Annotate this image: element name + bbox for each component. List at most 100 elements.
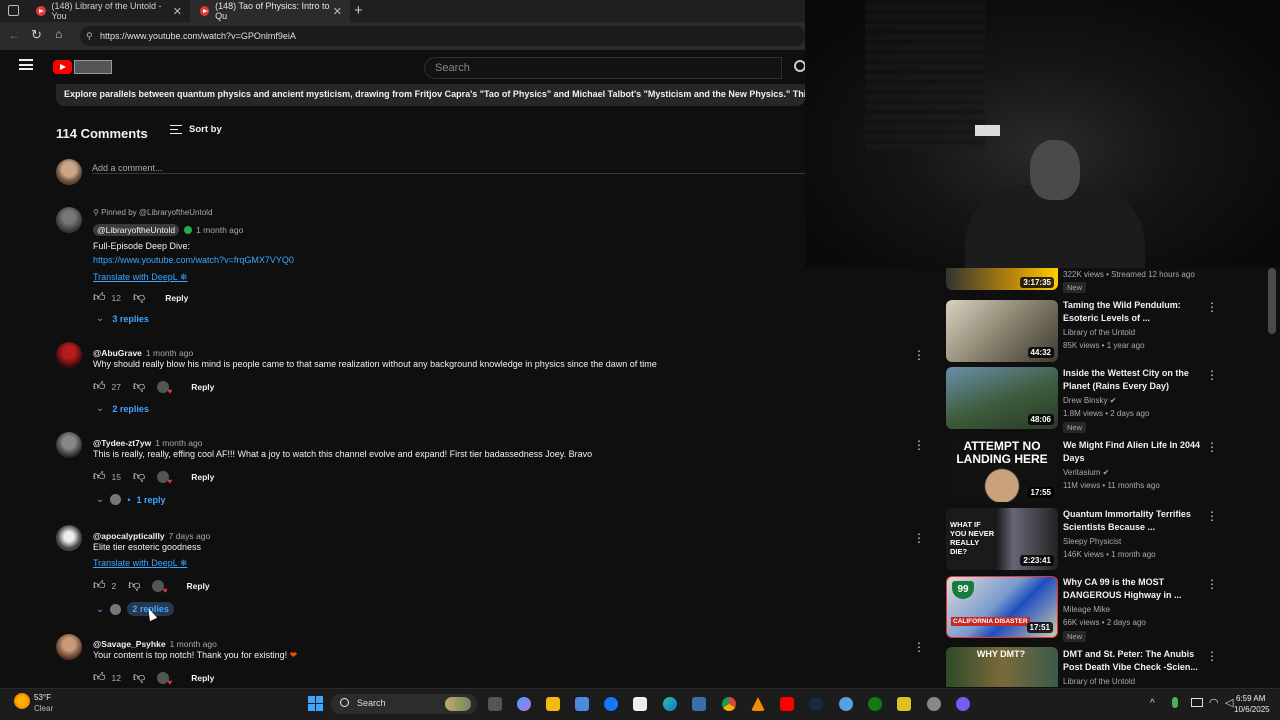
youtube-app-icon[interactable]	[780, 697, 794, 711]
comment-menu-icon[interactable]: ⋮	[913, 438, 925, 452]
file-explorer-icon[interactable]	[546, 697, 560, 711]
comment-time[interactable]: 1 month ago	[196, 225, 243, 235]
sidebar-video-thumbnail[interactable]: 99 CALIFORNIA DISASTER 17:51	[946, 576, 1058, 638]
video-title[interactable]: DMT and St. Peter: The Anubis Post Death…	[1063, 648, 1203, 674]
wifi-icon[interactable]: ◠	[1209, 696, 1219, 709]
like-icon[interactable]: 👍︎	[93, 670, 106, 685]
like-icon[interactable]: 👍︎	[93, 578, 106, 593]
add-comment-input[interactable]: Add a comment...	[92, 158, 805, 174]
snipping-icon[interactable]	[927, 697, 941, 711]
video-menu-icon[interactable]: ⋮	[1206, 577, 1218, 591]
window-menu-icon[interactable]	[8, 5, 19, 16]
comment-time[interactable]: 1 month ago	[146, 348, 193, 358]
back-icon[interactable]: ←	[8, 28, 20, 42]
microphone-icon[interactable]	[1172, 697, 1178, 708]
comment-handle[interactable]: @Savage_Psyhke	[93, 639, 166, 649]
like-icon[interactable]: 👍︎	[93, 379, 106, 394]
video-menu-icon[interactable]: ⋮	[1206, 368, 1218, 382]
tray-chevron-icon[interactable]: ^	[1150, 698, 1155, 709]
volume-icon[interactable]: ◁	[1225, 696, 1233, 709]
browser-tab-2[interactable]: (148) Tao of Physics: Intro to Qu ✕	[190, 0, 350, 22]
video-menu-icon[interactable]: ⋮	[1206, 440, 1218, 454]
comment-handle[interactable]: @apocalypticallly	[93, 531, 165, 541]
channel-logo[interactable]	[74, 60, 112, 74]
comment-avatar[interactable]	[56, 342, 82, 368]
clock-date[interactable]: 10/6/2025	[1234, 705, 1270, 714]
page-scrollbar[interactable]	[1268, 268, 1276, 334]
comment-avatar[interactable]	[56, 525, 82, 551]
sidebar-video-thumbnail[interactable]: WHAT IF YOU NEVER REALLY DIE? 2:23:41	[946, 508, 1058, 570]
video-menu-icon[interactable]: ⋮	[1206, 300, 1218, 314]
store-icon[interactable]	[575, 697, 589, 711]
sort-by-button[interactable]: Sort by	[170, 124, 222, 135]
video-menu-icon[interactable]: ⋮	[1206, 649, 1218, 663]
video-description[interactable]: Explore parallels between quantum physic…	[56, 84, 805, 106]
reload-icon[interactable]: ↻	[31, 27, 42, 43]
notes-icon[interactable]	[897, 697, 911, 711]
dislike-icon[interactable]: 👎︎	[133, 290, 145, 305]
comment-time[interactable]: 1 month ago	[155, 438, 202, 448]
chrome-icon[interactable]	[722, 697, 736, 711]
reply-button[interactable]: Reply	[191, 673, 214, 683]
site-info-icon[interactable]: ⚲	[86, 26, 93, 46]
comment-avatar[interactable]	[56, 432, 82, 458]
view-replies-button[interactable]: ⌄ 3 replies	[96, 313, 149, 324]
comment-time[interactable]: 7 days ago	[169, 531, 211, 541]
home-icon[interactable]: ⌂	[55, 27, 62, 41]
creator-handle-chip[interactable]: @LibraryoftheUntold	[93, 224, 180, 236]
video-channel[interactable]: Mileage Mike	[1063, 605, 1110, 614]
dislike-icon[interactable]: 👎︎	[128, 578, 140, 593]
app-gear-icon[interactable]	[839, 697, 853, 711]
translate-link[interactable]: Translate with DeepL ❄	[93, 272, 187, 283]
video-menu-icon[interactable]: ⋮	[1206, 509, 1218, 523]
view-replies-button[interactable]: ⌄ 2 replies	[96, 602, 174, 616]
steam-icon[interactable]	[809, 697, 823, 711]
like-icon[interactable]: 👍︎	[93, 469, 106, 484]
close-tab-icon[interactable]: ✕	[333, 5, 342, 18]
xbox-icon[interactable]	[868, 697, 882, 711]
taskbar-search[interactable]: Search	[331, 694, 477, 714]
dislike-icon[interactable]: 👎︎	[133, 670, 145, 685]
browser-tab-1[interactable]: (148) Library of the Untold - You ✕	[26, 0, 190, 22]
translate-link[interactable]: Translate with DeepL ❄	[93, 558, 187, 569]
facebook-icon[interactable]	[604, 697, 618, 711]
video-title[interactable]: Why CA 99 is the MOST DANGEROUS Highway …	[1063, 576, 1203, 602]
start-menu-icon[interactable]	[308, 696, 323, 711]
video-channel[interactable]: Sleepy Physicist	[1063, 537, 1121, 546]
video-title[interactable]: We Might Find Alien Life In 2044 Days	[1063, 439, 1203, 465]
sidebar-video-thumbnail[interactable]: WHY DMT?	[946, 647, 1058, 687]
comment-menu-icon[interactable]: ⋮	[913, 640, 925, 654]
dislike-icon[interactable]: 👎︎	[133, 379, 145, 394]
comment-time[interactable]: 1 month ago	[170, 639, 217, 649]
comment-handle[interactable]: @Tydee-zt7yw	[93, 438, 151, 448]
sidebar-video-thumbnail[interactable]: 48:06	[946, 367, 1058, 429]
hamburger-menu-icon[interactable]	[19, 59, 33, 70]
video-channel[interactable]: Veritasium ✔	[1063, 468, 1109, 477]
like-icon[interactable]: 👍︎	[93, 290, 106, 305]
comment-handle[interactable]: @AbuGrave	[93, 348, 142, 358]
comment-menu-icon[interactable]: ⋮	[913, 348, 925, 362]
view-replies-button[interactable]: ⌄ • 1 reply	[96, 494, 166, 505]
reply-button[interactable]: Reply	[186, 581, 209, 591]
display-icon[interactable]	[1191, 698, 1203, 707]
video-channel[interactable]: Drew Binsky ✔	[1063, 396, 1116, 405]
reply-button[interactable]: Reply	[191, 382, 214, 392]
comment-link[interactable]: https://www.youtube.com/watch?v=frqGMX7V…	[93, 255, 294, 265]
edge-icon[interactable]	[663, 697, 677, 711]
video-title[interactable]: Quantum Immortality Terrifies Scientists…	[1063, 508, 1203, 534]
video-title[interactable]: Inside the Wettest City on the Planet (R…	[1063, 367, 1203, 393]
dislike-icon[interactable]: 👎︎	[133, 469, 145, 484]
amazon-icon[interactable]	[633, 697, 647, 711]
reply-button[interactable]: Reply	[191, 472, 214, 482]
weather-icon[interactable]	[14, 693, 30, 709]
sidebar-video-thumbnail[interactable]: 44:32	[946, 300, 1058, 362]
comment-avatar[interactable]	[56, 207, 82, 233]
video-channel[interactable]: Library of the Untold	[1063, 328, 1135, 337]
task-view-icon[interactable]	[488, 697, 502, 711]
sidebar-video-thumbnail[interactable]: ATTEMPT NO LANDING HERE 17:55	[946, 438, 1058, 502]
view-replies-button[interactable]: ⌄ 2 replies	[96, 403, 149, 414]
address-bar[interactable]: ⚲ https://www.youtube.com/watch?v=GPOnlm…	[80, 26, 805, 46]
comment-menu-icon[interactable]: ⋮	[913, 531, 925, 545]
comment-avatar[interactable]	[56, 634, 82, 660]
video-channel[interactable]: Library of the Untold	[1063, 677, 1135, 686]
